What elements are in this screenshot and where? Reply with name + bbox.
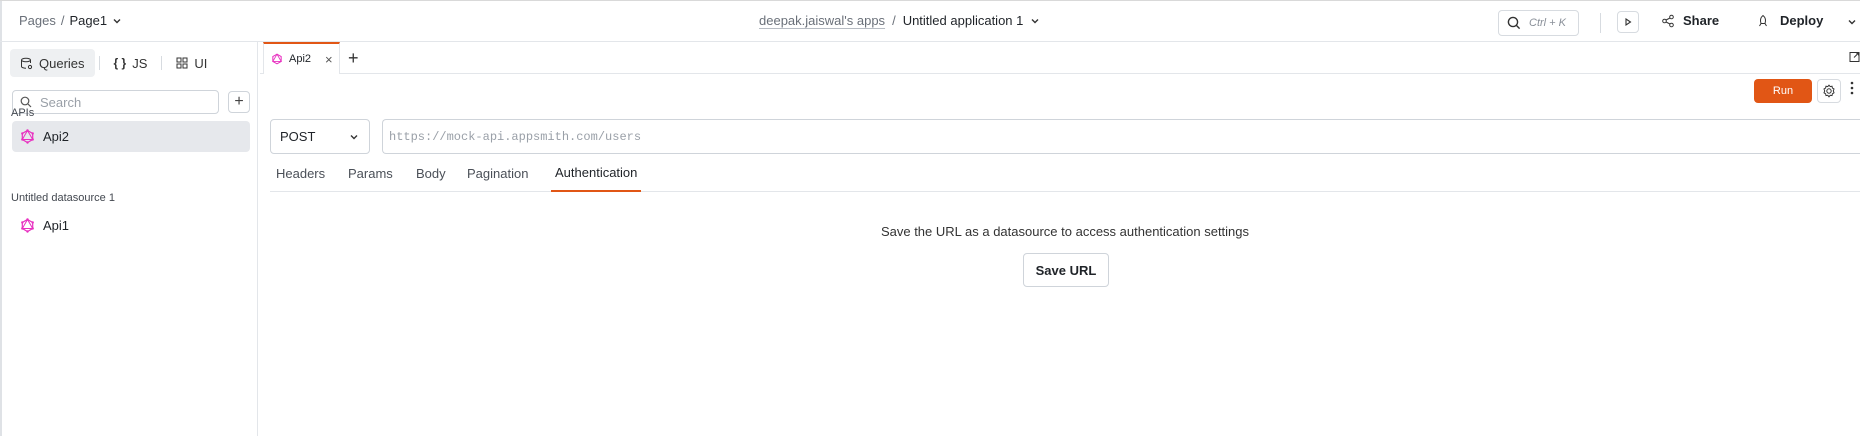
url-input[interactable] <box>389 129 1860 144</box>
save-url-button[interactable]: Save URL <box>1023 253 1109 287</box>
share-button[interactable]: Share <box>1661 13 1719 28</box>
current-page[interactable]: Page1 <box>70 13 108 28</box>
chevron-down-icon <box>350 134 358 139</box>
group-label-datasource: Untitled datasource 1 <box>11 192 115 204</box>
gear-icon <box>1823 84 1835 98</box>
expand-icon[interactable] <box>1849 51 1860 63</box>
tab-label: Api2 <box>289 53 312 65</box>
auth-message: Save the URL as a datasource to access a… <box>880 224 1250 239</box>
request-subtabs: Headers Params Body Pagination Authentic… <box>270 155 1860 192</box>
subtab-params[interactable]: Params <box>348 155 393 192</box>
url-field[interactable] <box>382 119 1860 154</box>
deploy-button[interactable]: Deploy <box>1756 13 1823 28</box>
chevron-down-icon[interactable] <box>112 16 122 26</box>
app-breadcrumb: deepak.jaiswal's apps / Untitled applica… <box>759 13 1040 28</box>
widgets-icon <box>176 57 188 69</box>
omnibar-search[interactable]: Ctrl + K <box>1498 10 1579 36</box>
http-method-select[interactable]: POST <box>270 119 370 154</box>
search-icon <box>1507 16 1521 30</box>
tab-queries[interactable]: Queries <box>10 49 95 77</box>
tab-ui-label: UI <box>194 55 208 71</box>
more-options-icon[interactable] <box>1849 80 1855 96</box>
search-shortcut: Ctrl + K <box>1529 17 1566 29</box>
rocket-icon <box>1759 14 1767 26</box>
tab-js[interactable]: { } JS <box>104 49 158 77</box>
share-icon <box>1662 14 1674 27</box>
http-method-value: POST <box>280 129 316 144</box>
deploy-label: Deploy <box>1780 13 1824 28</box>
sidebar-search-input[interactable] <box>40 94 210 110</box>
subtab-headers[interactable]: Headers <box>276 155 325 192</box>
graphql-icon <box>272 53 282 65</box>
workspace-link[interactable]: deepak.jaiswal's apps <box>759 13 885 28</box>
editor-tab-bar: Api2 × + <box>260 42 1860 74</box>
sidebar: Queries { } JS UI + APIs Api2 Untitled d… <box>2 42 258 436</box>
preview-button[interactable] <box>1617 11 1639 33</box>
divider <box>1600 13 1601 33</box>
tab-js-label: JS <box>132 55 148 71</box>
play-icon <box>1625 17 1632 27</box>
chevron-down-icon[interactable] <box>1847 17 1857 27</box>
tab-ui[interactable]: UI <box>166 49 217 77</box>
sidebar-search[interactable] <box>12 90 219 114</box>
new-tab-button[interactable]: + <box>348 48 359 69</box>
breadcrumb-separator: / <box>60 13 65 28</box>
list-item-api1[interactable]: Api1 <box>12 210 250 241</box>
sidebar-segment-control: Queries { } JS UI <box>10 48 250 78</box>
tab-api2[interactable]: Api2 × <box>263 42 340 74</box>
add-query-button[interactable]: + <box>228 91 250 113</box>
braces-icon: { } <box>113 56 127 70</box>
tab-queries-label: Queries <box>39 55 85 71</box>
subtab-authentication[interactable]: Authentication <box>551 155 642 192</box>
breadcrumb-pages[interactable]: Pages <box>19 13 56 28</box>
top-bar: Pages / Page1 deepak.jaiswal's apps / Un… <box>0 0 1860 42</box>
list-item-label: Api1 <box>43 218 70 233</box>
queries-icon <box>21 57 33 69</box>
chevron-down-icon[interactable] <box>1030 16 1040 26</box>
app-separator: / <box>892 13 896 28</box>
run-button[interactable]: Run <box>1754 79 1812 103</box>
list-item-api2[interactable]: Api2 <box>12 121 250 152</box>
subtab-pagination[interactable]: Pagination <box>467 155 528 192</box>
group-label-apis: APIs <box>11 107 35 119</box>
page-breadcrumb[interactable]: Pages / Page1 <box>19 13 122 28</box>
divider <box>161 56 163 70</box>
plus-icon: + <box>234 93 244 110</box>
settings-button[interactable] <box>1817 79 1841 103</box>
subtab-body[interactable]: Body <box>416 155 446 192</box>
graphql-icon <box>21 218 34 233</box>
divider <box>98 56 100 70</box>
share-label: Share <box>1683 13 1720 28</box>
close-icon[interactable]: × <box>325 52 333 67</box>
graphql-icon <box>21 129 34 144</box>
list-item-label: Api2 <box>43 129 70 144</box>
app-name[interactable]: Untitled application 1 <box>903 13 1024 28</box>
